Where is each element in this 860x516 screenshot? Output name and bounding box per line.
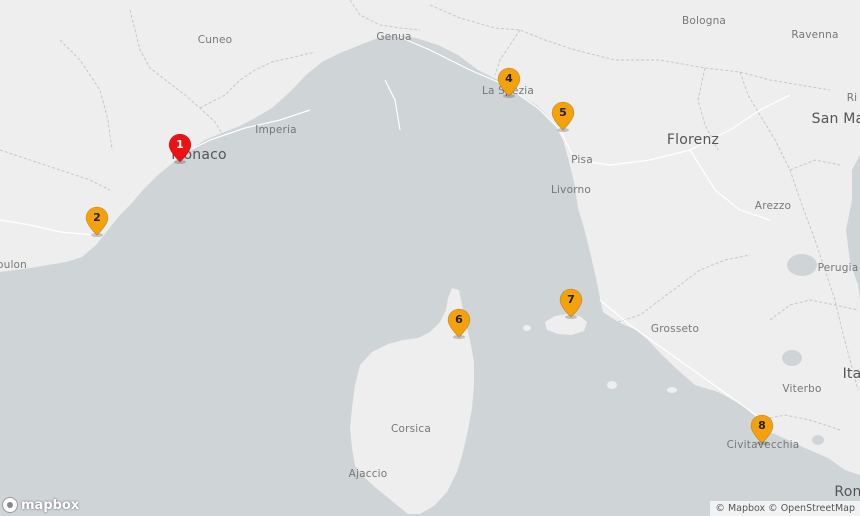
marker-label: 5 (559, 106, 567, 119)
island-giglio (607, 381, 617, 389)
city-label-toulon: oulon (0, 259, 28, 271)
city-label-grosseto: Grosseto (650, 323, 700, 335)
city-label-corsica: Corsica (390, 423, 432, 435)
city-label-imperia: Imperia (255, 124, 297, 136)
island-argentario (667, 387, 677, 393)
city-label-roma: Ron (834, 484, 860, 500)
city-label-florenz: Florenz (666, 132, 720, 148)
city-label-italia: Ita (842, 366, 860, 382)
marker-label: 4 (505, 72, 513, 85)
city-label-livorno: Livorno (550, 184, 592, 196)
mapbox-logo-icon (2, 497, 18, 513)
map-marker-7[interactable]: 7 (559, 288, 583, 319)
city-label-arezzo: Arezzo (754, 200, 792, 212)
city-label-viterbo: Viterbo (782, 383, 822, 395)
map-marker-1[interactable]: 1 (168, 133, 192, 164)
map-marker-8[interactable]: 8 (750, 414, 774, 445)
city-label-rimini: Ri (846, 92, 858, 104)
island-capraia (523, 325, 531, 331)
map-marker-4[interactable]: 4 (497, 67, 521, 98)
mapbox-logo[interactable]: mapbox (2, 497, 79, 513)
marker-label: 8 (758, 419, 766, 432)
map-attribution[interactable]: © Mapbox © OpenStreetMap (710, 501, 860, 516)
mapbox-logo-text: mapbox (21, 497, 80, 513)
lake-trasimeno (787, 254, 817, 276)
marker-label: 1 (176, 138, 184, 151)
city-label-ravenna: Ravenna (791, 29, 839, 41)
city-label-cuneo: Cuneo (197, 34, 233, 46)
lake-bracciano (812, 435, 824, 445)
city-label-perugia: Perugia (817, 262, 859, 274)
map-marker-6[interactable]: 6 (447, 308, 471, 339)
city-label-ajaccio: Ajaccio (348, 468, 388, 480)
city-label-pisa: Pisa (571, 154, 593, 166)
lake-bolsena (782, 350, 802, 366)
marker-label: 2 (93, 211, 101, 224)
marker-label: 6 (455, 313, 463, 326)
city-label-genua: Genua (376, 31, 412, 43)
map-marker-5[interactable]: 5 (551, 101, 575, 132)
map-view[interactable]: Cuneo Genua Bologna Ravenna Imperia Mona… (0, 0, 860, 516)
map-marker-2[interactable]: 2 (85, 206, 109, 237)
city-label-san-marino: San Ma (811, 111, 860, 127)
city-label-bologna: Bologna (681, 15, 727, 27)
marker-label: 7 (567, 293, 575, 306)
